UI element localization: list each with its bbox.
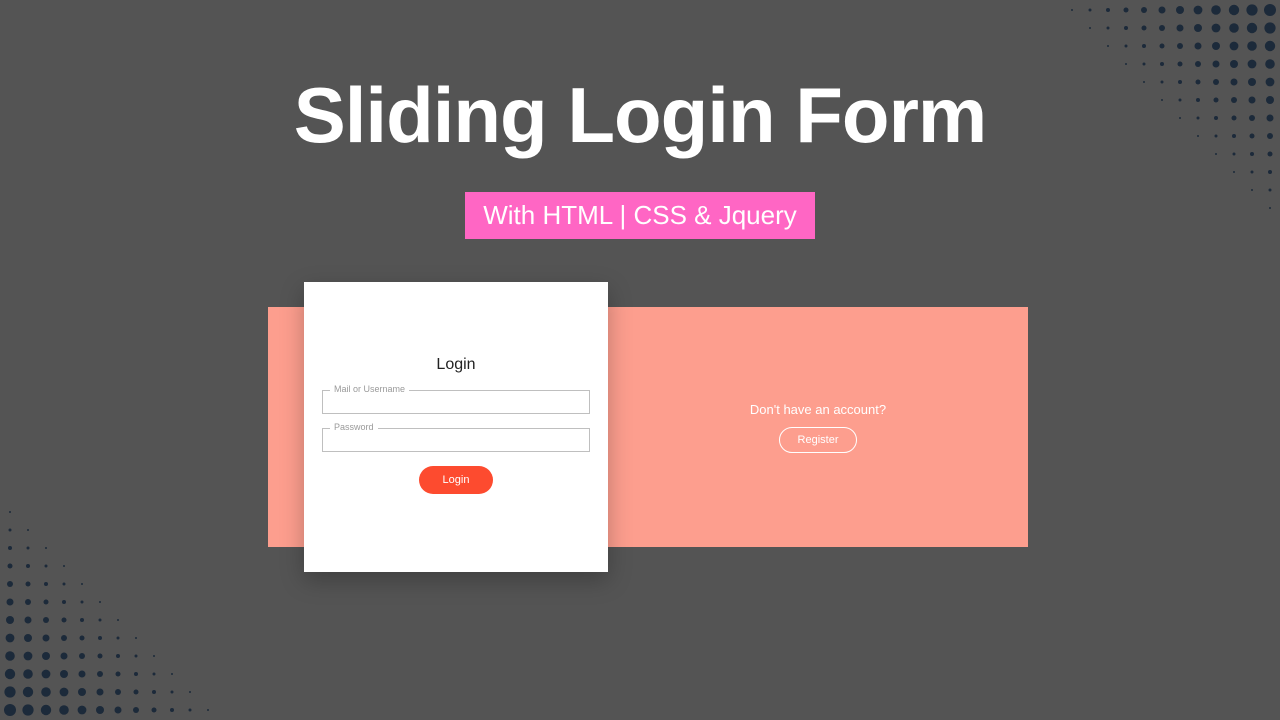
halftone-bottom-left <box>0 480 260 720</box>
register-prompt-area: Don't have an account? Register <box>608 307 1028 547</box>
password-label: Password <box>330 422 378 432</box>
register-prompt-text: Don't have an account? <box>750 402 886 417</box>
username-field-wrap: Mail or Username <box>322 390 590 414</box>
password-field-wrap: Password <box>322 428 590 452</box>
page-subtitle: With HTML | CSS & Jquery <box>465 192 815 239</box>
page-title: Sliding Login Form <box>0 70 1280 161</box>
subtitle-wrap: With HTML | CSS & Jquery <box>0 192 1280 239</box>
login-button-wrap: Login <box>322 466 590 494</box>
register-button[interactable]: Register <box>779 427 858 453</box>
login-card-title: Login <box>322 356 590 374</box>
username-label: Mail or Username <box>330 384 409 394</box>
login-button[interactable]: Login <box>419 466 494 494</box>
login-card: Login Mail or Username Password Login <box>304 282 608 572</box>
